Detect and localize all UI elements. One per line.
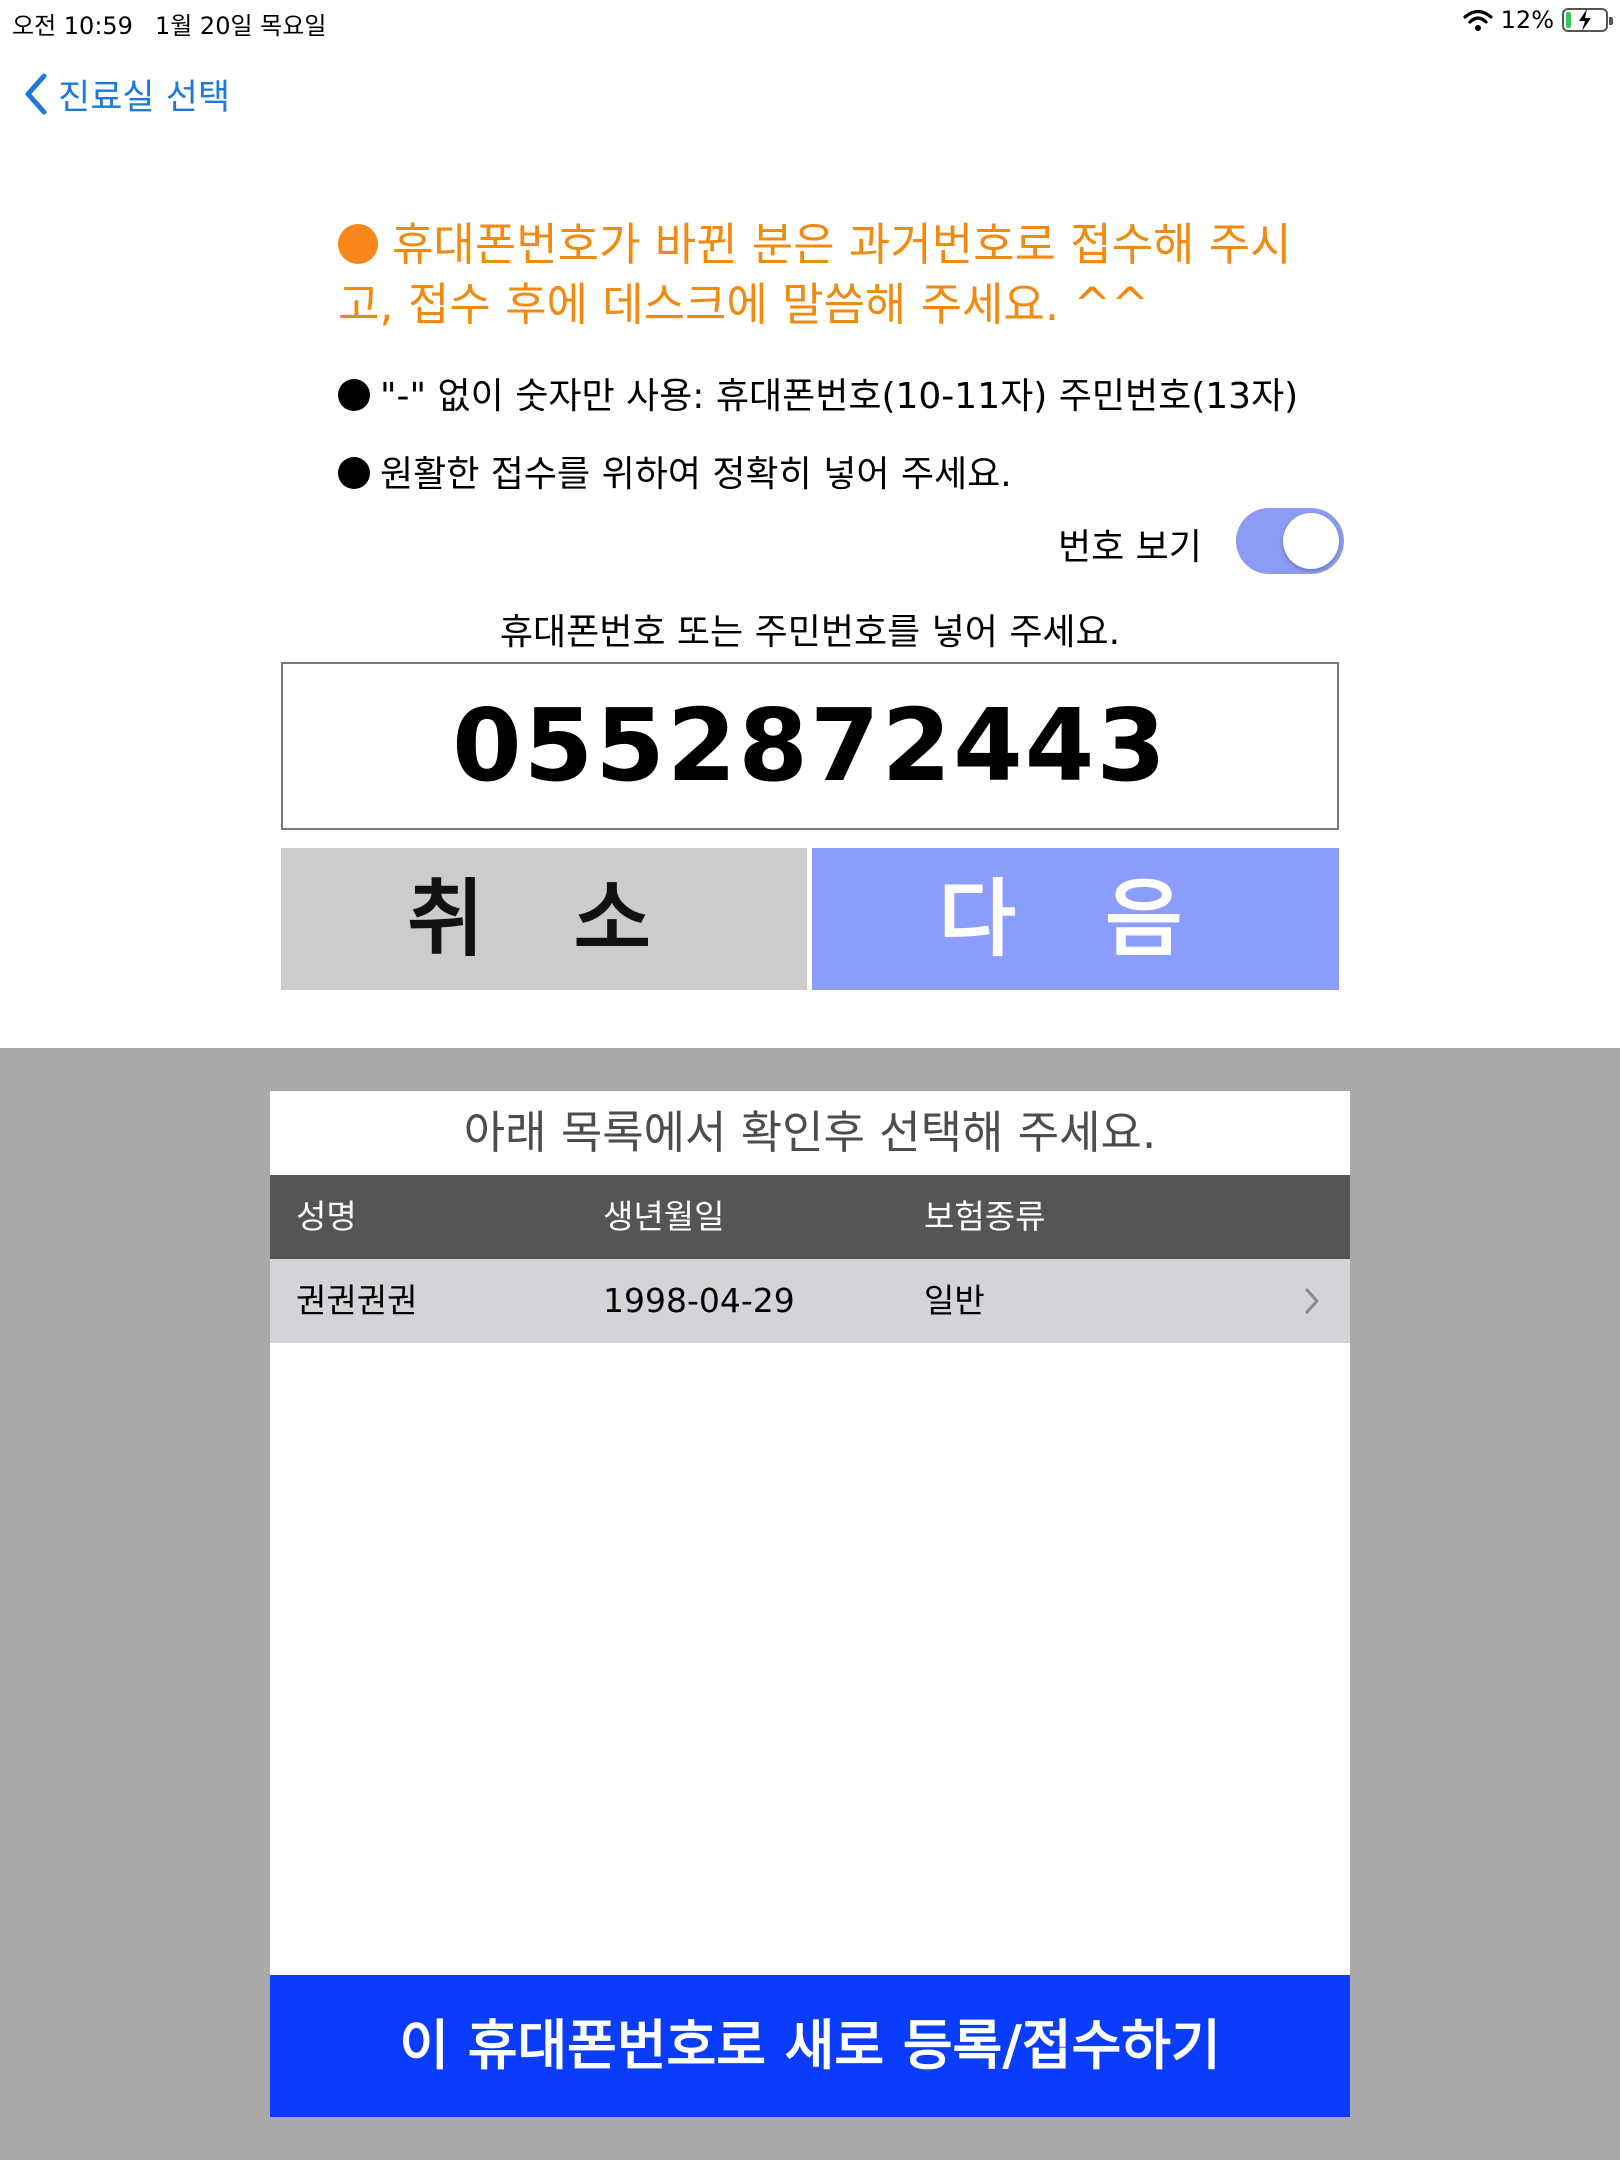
show-number-toggle[interactable] <box>1236 508 1344 574</box>
status-left: 오전 10:59 1월 20일 목요일 <box>12 6 348 41</box>
back-button-label: 진료실 선택 <box>58 77 231 118</box>
chevron-right-icon <box>1305 1288 1319 1314</box>
wifi-icon <box>1463 9 1493 31</box>
notice-accuracy: 원활한 접수를 위하여 정확히 넣어 주세요. <box>338 445 1012 497</box>
patient-row[interactable]: 권권권권 1998-04-29 일반 <box>270 1259 1350 1343</box>
header-birth: 생년월일 <box>603 1197 725 1236</box>
input-label: 휴대폰번호 또는 주민번호를 넣어 주세요. <box>499 612 1121 653</box>
register-new-button[interactable]: 이 휴대폰번호로 새로 등록/접수하기 <box>270 1975 1350 2117</box>
cancel-button[interactable]: 취 소 <box>281 848 807 990</box>
header-insurance: 보험종류 <box>924 1197 1046 1236</box>
status-right: 12% <box>1463 5 1613 35</box>
back-button[interactable]: 진료실 선택 <box>22 68 230 120</box>
notice-orange-text: 휴대폰번호가 바뀐 분은 과거번호로 접수해 주시고, 접수 후에 데스크에 말… <box>338 218 1292 331</box>
bullet-icon <box>338 457 370 489</box>
notice-accuracy-text: 원활한 접수를 위하여 정확히 넣어 주세요. <box>380 454 1012 495</box>
header-name: 성명 <box>296 1197 357 1236</box>
notice-format-text: "-" 없이 숫자만 사용: 휴대폰번호(10-11자) 주민번호(13자) <box>380 376 1299 417</box>
list-title: 아래 목록에서 확인후 선택해 주세요. <box>463 1106 1157 1159</box>
status-date: 1월 20일 목요일 <box>154 12 327 40</box>
charging-bolt-icon <box>1579 9 1591 31</box>
patient-list-panel: 아래 목록에서 확인후 선택해 주세요. 성명 생년월일 보험종류 권권권권 1… <box>270 1091 1350 2117</box>
notice-phone-changed: 휴대폰번호가 바뀐 분은 과거번호로 접수해 주시고, 접수 후에 데스크에 말… <box>338 215 1318 335</box>
status-time: 오전 10:59 <box>12 12 133 40</box>
list-header: 성명 생년월일 보험종류 <box>270 1175 1350 1259</box>
app-root: 오전 10:59 1월 20일 목요일 12% 진료실 선택 휴대폰번호가 바뀐… <box>0 0 1620 2160</box>
show-number-label: 번호 보기 <box>1058 527 1202 568</box>
row-name: 권권권권 <box>296 1281 418 1320</box>
phone-number-input[interactable]: 0552872443 <box>281 662 1339 830</box>
battery-icon <box>1562 8 1613 32</box>
notice-format: "-" 없이 숫자만 사용: 휴대폰번호(10-11자) 주민번호(13자) <box>338 367 1298 419</box>
row-insurance: 일반 <box>924 1281 985 1320</box>
row-birth: 1998-04-29 <box>603 1281 795 1320</box>
next-button[interactable]: 다 음 <box>812 848 1339 990</box>
status-bar: 오전 10:59 1월 20일 목요일 12% <box>0 0 1620 40</box>
toggle-knob <box>1283 513 1339 569</box>
battery-level <box>1566 12 1571 28</box>
orange-bullet-icon <box>338 224 378 264</box>
battery-percent: 12% <box>1500 6 1554 34</box>
bullet-icon <box>338 379 370 411</box>
chevron-left-icon <box>25 73 47 115</box>
